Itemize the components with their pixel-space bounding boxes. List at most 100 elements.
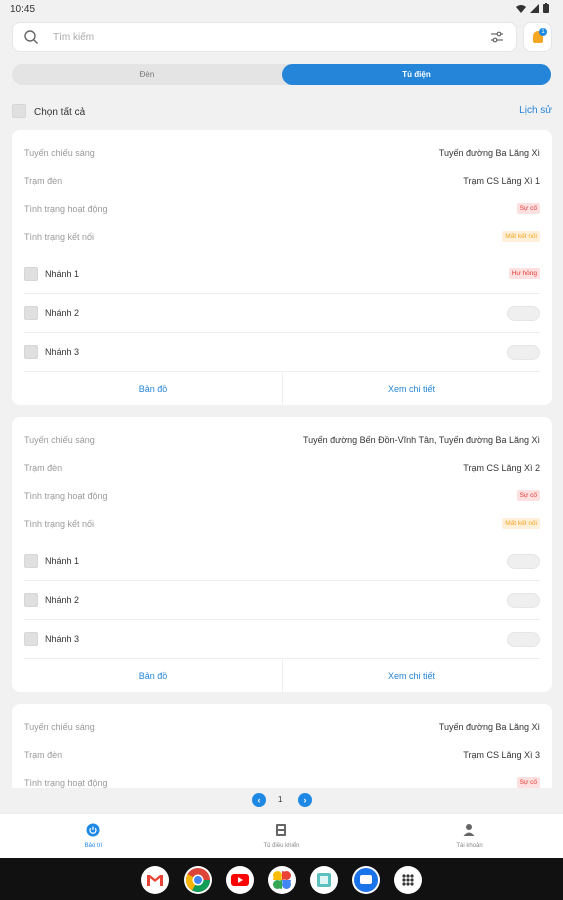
branch-checkbox[interactable] — [24, 593, 38, 607]
cabinet-card: Tuyến chiếu sáng Tuyến đường Ba Lăng Xì … — [12, 130, 552, 405]
branch-row: Nhánh 2 — [24, 581, 540, 620]
photos-icon[interactable] — [268, 866, 296, 894]
station-value: Trạm CS Lăng Xì 1 — [463, 176, 540, 186]
branch-label: Nhánh 3 — [45, 634, 80, 644]
person-icon — [463, 824, 475, 836]
battery-icon — [543, 3, 549, 13]
select-all-row: Chọn tất cả Lịch sử — [12, 103, 552, 121]
operation-row: Tình trạng hoạt động Sự cố — [24, 774, 540, 788]
branch-label: Nhánh 1 — [45, 556, 80, 566]
status-icons — [516, 3, 549, 13]
operation-status-badge: Sự cố — [516, 203, 540, 214]
select-all-label: Chọn tất cả — [34, 107, 86, 118]
branch-checkbox[interactable] — [24, 632, 38, 646]
branch-checkbox[interactable] — [24, 306, 38, 320]
branch-toggle[interactable] — [507, 593, 540, 608]
route-label: Tuyến chiếu sáng — [24, 722, 95, 732]
nav-label: Bảo trì — [84, 843, 103, 849]
youtube-icon[interactable] — [226, 866, 254, 894]
tab-den[interactable]: Đèn — [12, 64, 282, 85]
operation-label: Tình trạng hoạt động — [24, 778, 108, 788]
route-row: Tuyến chiếu sáng Tuyến đường Bến Đồn-Vĩn… — [24, 431, 540, 451]
station-label: Trạm đèn — [24, 750, 63, 760]
cabinet-list[interactable]: Tuyến chiếu sáng Tuyến đường Ba Lăng Xì … — [0, 128, 563, 788]
messages-icon[interactable] — [352, 866, 380, 894]
tab-tu-dien[interactable]: Tủ điện — [282, 64, 551, 85]
select-all-checkbox[interactable] — [12, 104, 26, 118]
search-row: Tìm kiếm 1 — [12, 22, 552, 52]
card-actions: Bản đồ Xem chi tiết — [24, 373, 540, 405]
next-page-icon[interactable]: › — [298, 793, 312, 807]
connection-label: Tình trạng kết nối — [24, 519, 95, 529]
operation-status-badge: Sự cố — [516, 777, 540, 788]
map-button[interactable]: Bản đồ — [24, 373, 282, 405]
station-label: Trạm đèn — [24, 176, 63, 186]
station-row: Trạm đèn Trạm CS Lăng Xì 3 — [24, 746, 540, 766]
current-page: 1 — [278, 795, 283, 804]
branch-row: Nhánh 1 Hư hỏng — [24, 255, 540, 294]
route-row: Tuyến chiếu sáng Tuyến đường Ba Lăng Xì — [24, 718, 540, 738]
filter-icon[interactable] — [490, 30, 504, 44]
prev-page-icon[interactable]: ‹ — [252, 793, 266, 807]
search-input[interactable]: Tìm kiếm — [12, 22, 517, 52]
connection-row: Tình trạng kết nối Mất kết nối — [24, 228, 540, 248]
gmail-icon[interactable] — [141, 866, 169, 894]
operation-row: Tình trạng hoạt động Sự cố — [24, 200, 540, 220]
status-time: 10:45 — [10, 4, 36, 15]
app-drawer-icon[interactable] — [394, 866, 422, 894]
branch-status-badge: Hư hỏng — [508, 268, 540, 279]
branch-checkbox[interactable] — [24, 554, 38, 568]
view-detail-button[interactable]: Xem chi tiết — [282, 660, 540, 692]
connection-status-badge: Mất kết nối — [502, 518, 540, 529]
station-row: Trạm đèn Trạm CS Lăng Xì 2 — [24, 459, 540, 479]
bottom-nav: Bảo trì Tủ điều khiển Tài khoản — [0, 813, 563, 858]
card-actions: Bản đồ Xem chi tiết — [24, 660, 540, 692]
station-label: Trạm đèn — [24, 463, 63, 473]
status-bar: 10:45 — [0, 0, 563, 18]
branch-label: Nhánh 2 — [45, 595, 80, 605]
search-icon — [24, 30, 38, 44]
route-value: Tuyến đường Bến Đồn-Vĩnh Tân, Tuyến đườn… — [302, 435, 540, 445]
branch-toggle[interactable] — [507, 554, 540, 569]
nav-label: Tủ điều khiển — [263, 843, 300, 849]
search-placeholder: Tìm kiếm — [53, 32, 95, 43]
branch-label: Nhánh 2 — [45, 308, 80, 318]
view-detail-button[interactable]: Xem chi tiết — [282, 373, 540, 405]
route-label: Tuyến chiếu sáng — [24, 435, 95, 445]
route-value: Tuyến đường Ba Lăng Xì — [438, 148, 540, 158]
history-link[interactable]: Lịch sử — [519, 105, 552, 116]
system-dock — [0, 858, 563, 900]
nav-tai-khoan[interactable]: Tài khoản — [376, 814, 563, 859]
files-icon[interactable] — [310, 866, 338, 894]
branch-row: Nhánh 3 — [24, 620, 540, 659]
operation-status-badge: Sự cố — [516, 490, 540, 501]
route-value: Tuyến đường Ba Lăng Xì — [438, 722, 540, 732]
operation-label: Tình trạng hoạt động — [24, 491, 108, 501]
branch-toggle[interactable] — [507, 345, 540, 360]
map-button[interactable]: Bản đồ — [24, 660, 282, 692]
connection-row: Tình trạng kết nối Mất kết nối — [24, 515, 540, 535]
chrome-icon[interactable] — [184, 866, 212, 894]
nav-label: Tài khoản — [456, 843, 483, 849]
branch-checkbox[interactable] — [24, 267, 38, 281]
nav-bao-tri[interactable]: Bảo trì — [0, 814, 187, 859]
station-value: Trạm CS Lăng Xì 3 — [463, 750, 540, 760]
branch-label: Nhánh 1 — [45, 269, 80, 279]
branch-row: Nhánh 2 — [24, 294, 540, 333]
branch-label: Nhánh 3 — [45, 347, 80, 357]
cabinet-card: Tuyến chiếu sáng Tuyến đường Bến Đồn-Vĩn… — [12, 417, 552, 692]
operation-label: Tình trạng hoạt động — [24, 204, 108, 214]
connection-status-badge: Mất kết nối — [502, 231, 540, 242]
branch-row: Nhánh 1 — [24, 542, 540, 581]
notification-button[interactable]: 1 — [523, 22, 552, 52]
segment-tabs: Đèn Tủ điện — [12, 64, 551, 85]
nav-tu-dieu-khien[interactable]: Tủ điều khiển — [188, 814, 375, 859]
station-row: Trạm đèn Trạm CS Lăng Xì 1 — [24, 172, 540, 192]
branch-toggle[interactable] — [507, 306, 540, 321]
signal-icon — [530, 3, 539, 13]
branch-checkbox[interactable] — [24, 345, 38, 359]
branch-toggle[interactable] — [507, 632, 540, 647]
connection-label: Tình trạng kết nối — [24, 232, 95, 242]
station-value: Trạm CS Lăng Xì 2 — [463, 463, 540, 473]
cabinet-card: Tuyến chiếu sáng Tuyến đường Ba Lăng Xì … — [12, 704, 552, 788]
